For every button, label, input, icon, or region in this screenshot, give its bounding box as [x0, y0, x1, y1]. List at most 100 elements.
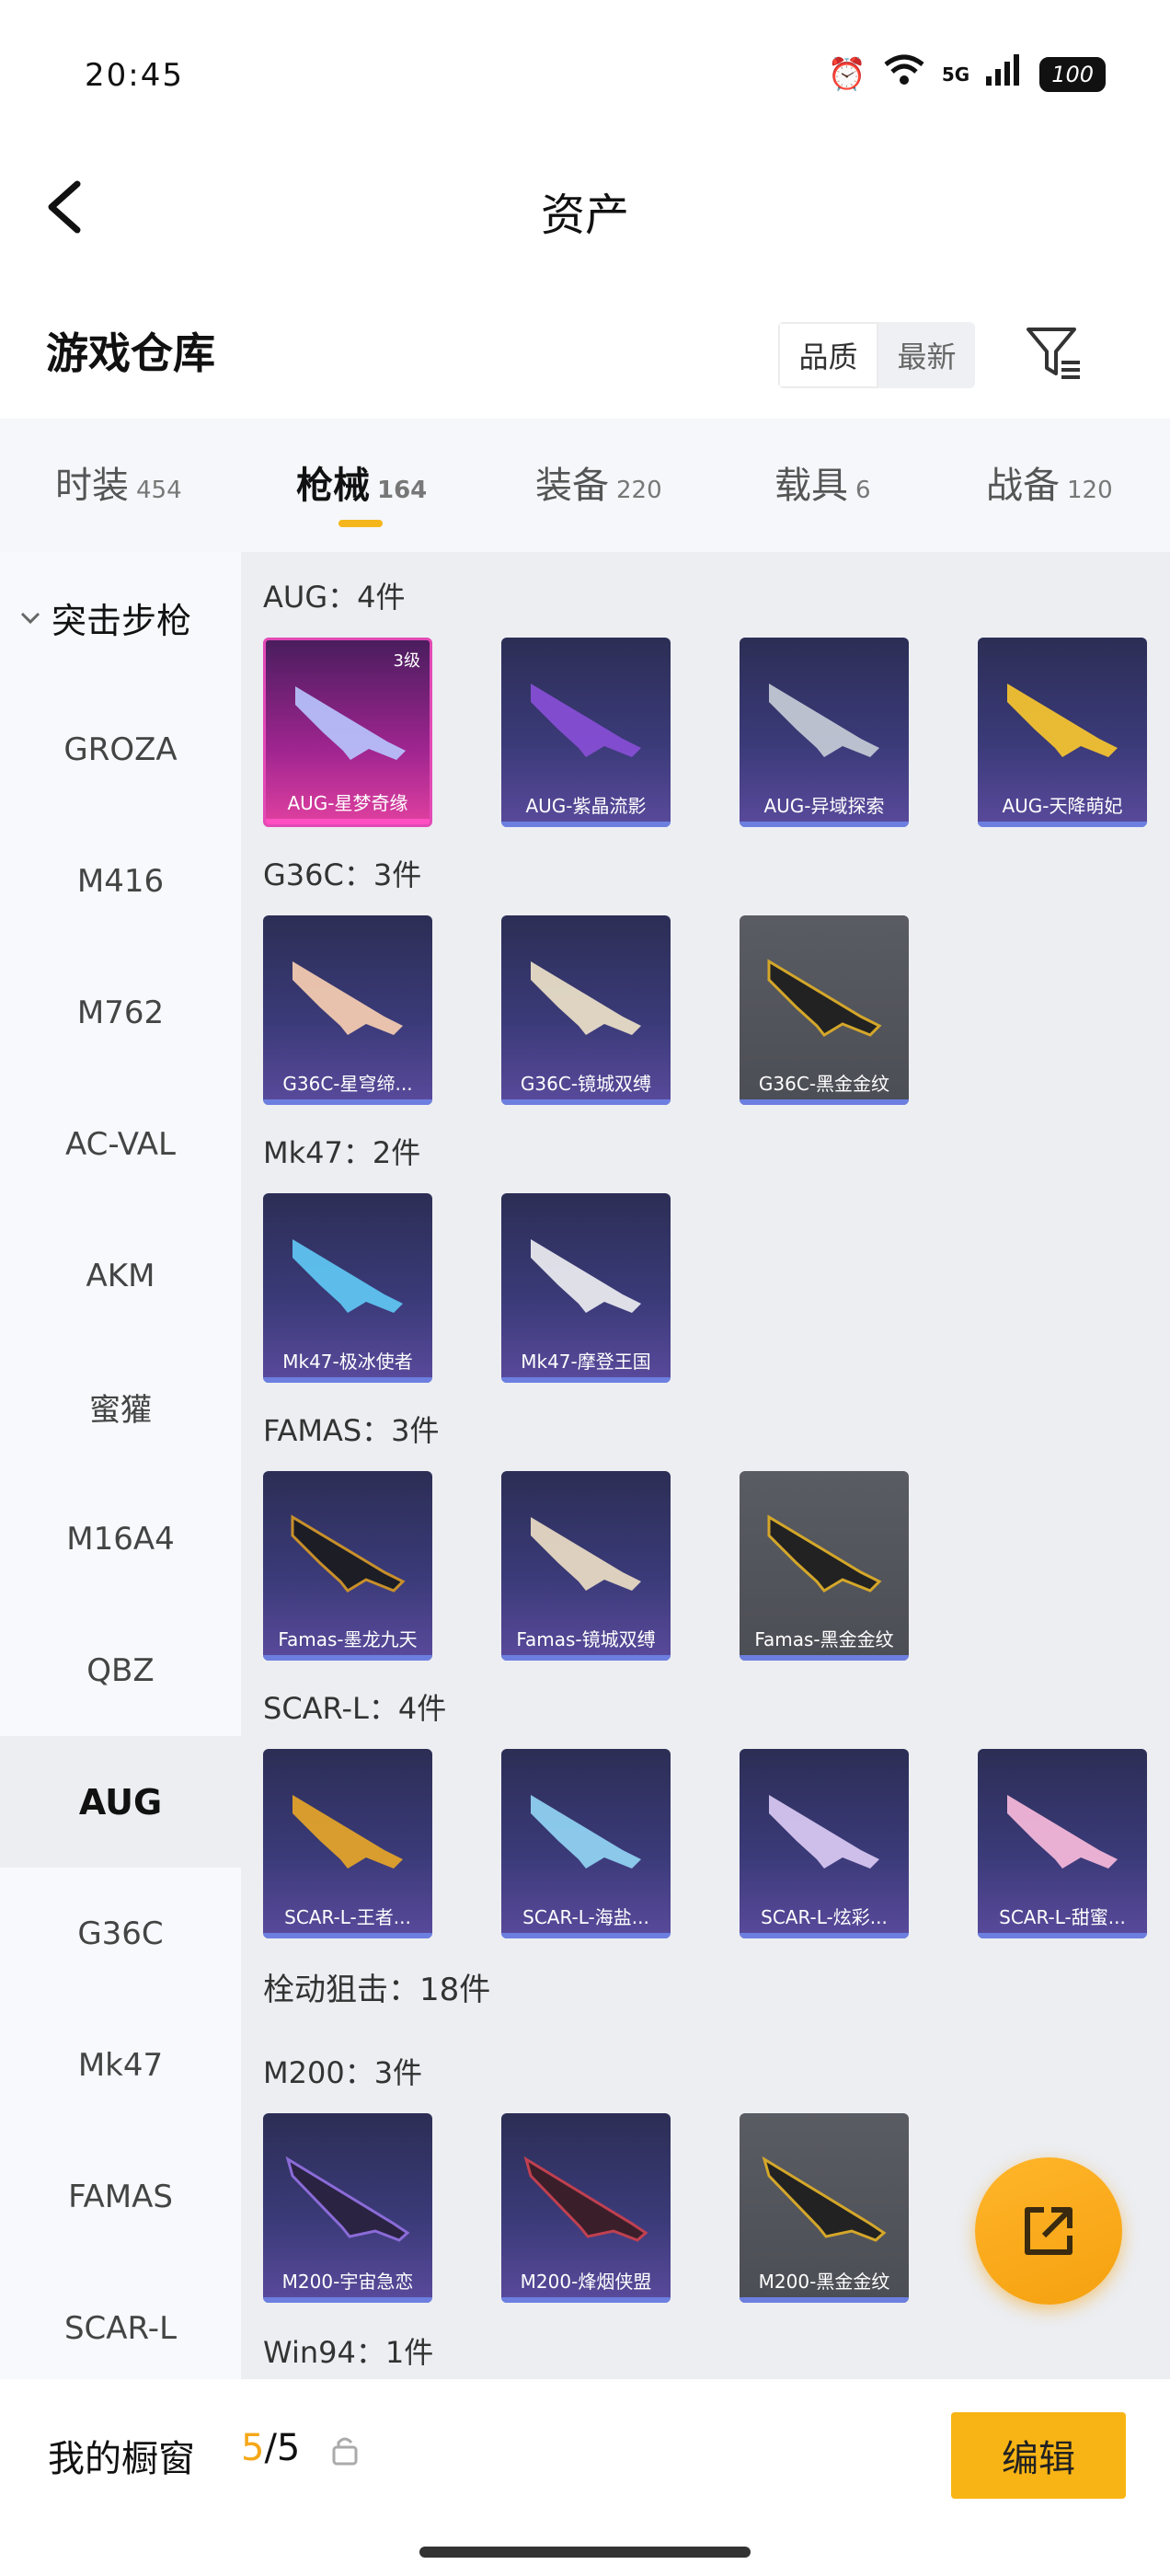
rarity-bar: [263, 1099, 432, 1105]
showcase-label: 我的橱窗: [48, 2438, 195, 2480]
sidebar-category[interactable]: 突击步枪: [18, 592, 191, 643]
category-tabs: 时装 454 枪械 164 装备 220 载具 6 战备 120: [0, 419, 1170, 552]
weapon-name: AUG-星梦奇缘: [287, 792, 408, 814]
tab-count: 454: [136, 477, 182, 504]
weapon-card[interactable]: G36C-镜城双缚: [501, 915, 671, 1105]
status-time: 20:45: [85, 57, 184, 94]
weapon-name: Mk47-摩登王国: [521, 1351, 651, 1373]
sort-quality-button[interactable]: 品质: [778, 322, 878, 388]
weapon-card[interactable]: G36C-黑金金纹: [740, 915, 909, 1105]
weapon-name: M200-烽烟侠盟: [520, 2271, 652, 2293]
nav-bar: 资产: [0, 147, 1170, 267]
gun-icon: [285, 2156, 410, 2242]
gun-icon: [762, 2156, 887, 2242]
tab-count: 6: [855, 477, 871, 504]
weapon-sidebar: 突击步枪 GROZA M416 M762 AC-VAL AKM 蜜獾 M16A4…: [0, 552, 241, 2379]
sidebar-item-famas[interactable]: FAMAS: [0, 2131, 241, 2262]
weapon-card[interactable]: Famas-镜城双缚: [501, 1471, 671, 1661]
bottom-bar: 我的橱窗 5/5 编辑: [0, 2379, 1170, 2576]
alarm-icon: ⏰: [827, 55, 866, 93]
tab-indicator: [338, 520, 383, 527]
edit-button[interactable]: 编辑: [951, 2412, 1126, 2499]
weapon-name: G36C-黑金金纹: [758, 1073, 890, 1095]
sidebar-item-akm[interactable]: AKM: [0, 1210, 241, 1341]
weapon-name: G36C-星穹缔...: [282, 1073, 413, 1095]
sidebar-item-m762[interactable]: M762: [0, 947, 241, 1078]
gun-icon: [767, 959, 882, 1037]
showcase-total: /5: [264, 2427, 301, 2469]
sidebar-item-m16a4[interactable]: M16A4: [0, 1473, 241, 1604]
showcase-current: 5: [241, 2427, 265, 2469]
sidebar-item-m416[interactable]: M416: [0, 815, 241, 947]
gun-icon: [523, 2156, 648, 2242]
sidebar-item-honey-badger[interactable]: 蜜獾: [0, 1341, 241, 1473]
tab-label: 战备: [986, 465, 1060, 507]
tab-label: 载具: [774, 465, 848, 507]
filter-icon[interactable]: [1021, 320, 1085, 385]
group-label-g36c: G36C：3件: [263, 857, 422, 892]
rarity-bar: [263, 1377, 432, 1383]
sidebar-item-aug[interactable]: AUG: [0, 1736, 241, 1868]
weapon-card[interactable]: SCAR-L-海盐...: [501, 1749, 671, 1938]
sidebar-item-scar-l[interactable]: SCAR-L: [0, 2262, 241, 2379]
sidebar-item-groza[interactable]: GROZA: [0, 684, 241, 815]
rarity-bar: [263, 1933, 432, 1938]
tab-firearms[interactable]: 枪械 164: [296, 455, 427, 509]
weapon-card[interactable]: M200-黑金金纹: [740, 2113, 909, 2303]
gun-icon: [531, 1239, 641, 1313]
tab-vehicles[interactable]: 载具 6: [774, 455, 871, 509]
sidebar-item-ac-val[interactable]: AC-VAL: [0, 1078, 241, 1210]
tab-count: 164: [377, 477, 428, 504]
rarity-bar: [263, 2297, 432, 2303]
weapon-card[interactable]: Famas-墨龙九天: [263, 1471, 432, 1661]
sidebar-item-qbz[interactable]: QBZ: [0, 1604, 241, 1736]
sidebar-item-mk47[interactable]: Mk47: [0, 1999, 241, 2131]
weapon-card[interactable]: Famas-黑金金纹: [740, 1471, 909, 1661]
weapon-card[interactable]: G36C-星穹缔...: [263, 915, 432, 1105]
group-label-bolt-sniper: 栓动狙击：18件: [263, 1972, 491, 2008]
weapon-name: SCAR-L-炫彩...: [761, 1906, 888, 1928]
sort-newest-button[interactable]: 最新: [878, 322, 975, 388]
gun-icon: [769, 684, 879, 757]
rarity-bar: [740, 1933, 909, 1938]
weapon-card[interactable]: SCAR-L-甜蜜...: [978, 1749, 1147, 1938]
lock-icon: [331, 2434, 359, 2469]
chevron-down-icon: [20, 612, 40, 624]
weapon-card[interactable]: Mk47-极冰使者: [263, 1193, 432, 1383]
sidebar-category-label: 突击步枪: [52, 601, 192, 641]
weapon-card[interactable]: 3级 AUG-星梦奇缘: [263, 638, 432, 827]
section-header: 游戏仓库 品质 最新: [0, 267, 1170, 419]
weapon-name: SCAR-L-海盐...: [522, 1906, 649, 1928]
home-indicator: [419, 2547, 751, 2558]
gun-icon: [769, 1795, 879, 1869]
tab-fashion[interactable]: 时装 454: [55, 455, 182, 509]
weapon-card[interactable]: AUG-紫晶流影: [501, 638, 671, 827]
tab-count: 120: [1067, 477, 1113, 504]
weapon-card[interactable]: SCAR-L-炫彩...: [740, 1749, 909, 1938]
gun-icon: [531, 961, 641, 1035]
weapon-name: Famas-镜城双缚: [516, 1628, 656, 1650]
weapon-card[interactable]: SCAR-L-王者...: [263, 1749, 432, 1938]
gun-icon: [292, 1795, 403, 1869]
group-label-famas: FAMAS：3件: [263, 1413, 440, 1448]
gun-icon: [295, 686, 406, 760]
share-button[interactable]: [975, 2157, 1122, 2305]
tab-label: 枪械: [296, 465, 370, 507]
weapon-name: AUG-异域探索: [763, 795, 885, 817]
rarity-bar: [501, 1099, 671, 1105]
tab-label: 装备: [535, 465, 609, 507]
sidebar-item-g36c[interactable]: G36C: [0, 1868, 241, 1999]
weapon-name: Famas-黑金金纹: [754, 1628, 894, 1650]
weapon-card[interactable]: AUG-天降萌妃: [978, 638, 1147, 827]
tab-equipment[interactable]: 装备 220: [535, 455, 662, 509]
rarity-bar: [978, 822, 1147, 827]
weapon-card[interactable]: M200-烽烟侠盟: [501, 2113, 671, 2303]
tab-supplies[interactable]: 战备 120: [986, 455, 1113, 509]
gun-icon: [1007, 1795, 1118, 1869]
weapon-card[interactable]: M200-宇宙急恋: [263, 2113, 432, 2303]
group-label-mk47: Mk47：2件: [263, 1135, 421, 1170]
weapon-card[interactable]: Mk47-摩登王国: [501, 1193, 671, 1383]
gun-icon: [767, 1514, 882, 1593]
weapon-card[interactable]: AUG-异域探索: [740, 638, 909, 827]
gun-icon: [292, 961, 403, 1035]
